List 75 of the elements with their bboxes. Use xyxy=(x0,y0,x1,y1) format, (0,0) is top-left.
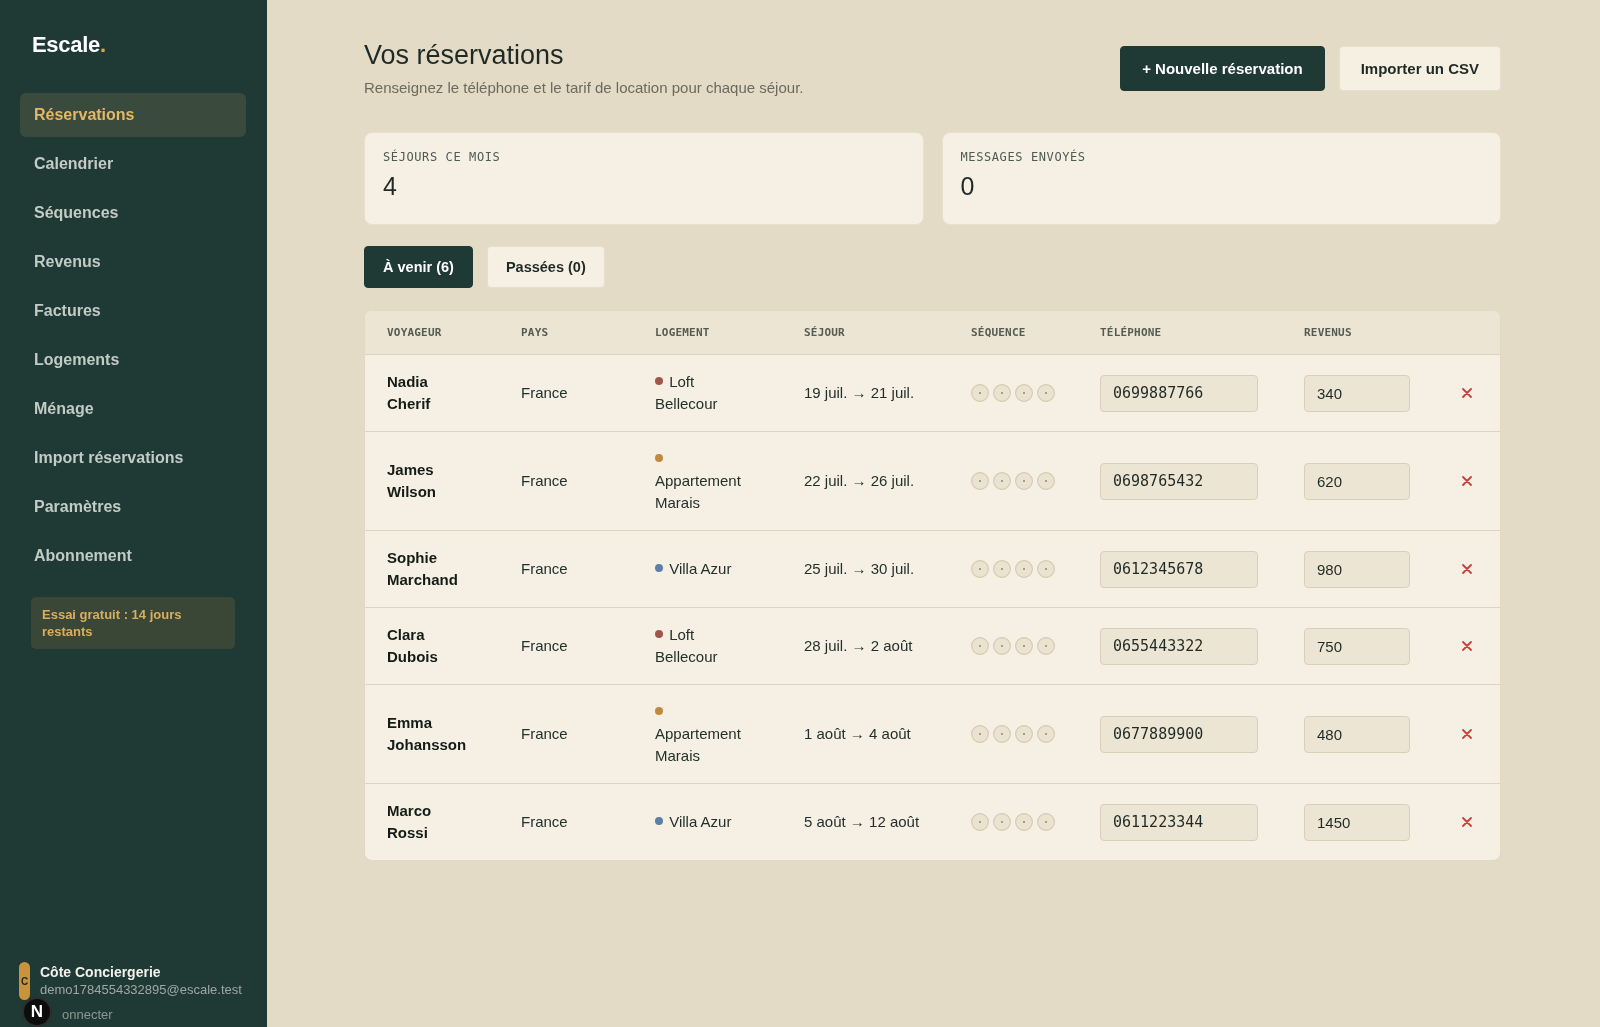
delete-icon[interactable] xyxy=(1462,564,1472,574)
stay-dates: 22 juil. → 26 juil. xyxy=(804,472,915,489)
revenue-field[interactable]: 340 xyxy=(1304,374,1410,412)
delete-icon[interactable] xyxy=(1462,476,1472,486)
property-name: Villa Azur xyxy=(669,813,732,830)
delete-icon[interactable] xyxy=(1462,729,1472,739)
revenue-field[interactable]: 1450 xyxy=(1304,803,1410,841)
country-text: France xyxy=(521,637,568,654)
revenue-field[interactable]: 980 xyxy=(1304,550,1410,588)
country-text: France xyxy=(521,384,568,401)
import-csv-button[interactable]: Importer un CSV xyxy=(1338,46,1501,91)
guest-name: Sophie Marchand xyxy=(387,548,459,590)
nav-item[interactable]: Ménage xyxy=(20,387,246,431)
country-text: France xyxy=(521,725,568,742)
stay-dates: 5 août → 12 août xyxy=(804,813,920,830)
guest-name: Emma Johansson xyxy=(387,713,468,755)
phone-field[interactable]: 0699887766 xyxy=(1100,374,1258,412)
filter-tab[interactable]: À venir (6) xyxy=(364,246,473,288)
guest-name: Marco Rossi xyxy=(387,801,433,843)
nav-item[interactable]: Réservations xyxy=(20,93,246,137)
guest-name: Nadia Cherif xyxy=(387,372,432,414)
nav-item[interactable]: Import réservations xyxy=(20,436,246,480)
column-header: PAYS xyxy=(521,326,549,339)
nav-item[interactable]: Abonnement xyxy=(20,534,246,578)
nav-item[interactable]: Séquences xyxy=(20,191,246,235)
trial-banner: Essai gratuit : 14 jours restants xyxy=(31,597,235,649)
delete-icon[interactable] xyxy=(1462,817,1472,827)
property-name: Appartement Marais xyxy=(655,472,741,511)
nav-item[interactable]: Factures xyxy=(20,289,246,333)
filter-tab[interactable]: Passées (0) xyxy=(486,246,605,288)
property-name: Loft Bellecour xyxy=(655,626,718,665)
stat-label: SÉJOURS CE MOIS xyxy=(383,149,502,165)
phone-field[interactable]: 0677889900 xyxy=(1100,715,1258,753)
nav-item[interactable]: Revenus xyxy=(20,240,246,284)
stat-value: 0 xyxy=(960,171,976,201)
column-header: SÉQUENCE xyxy=(971,326,1026,339)
country-text: France xyxy=(521,472,568,489)
nav-item[interactable]: Paramètres xyxy=(20,485,246,529)
column-header: TÉLÉPHONE xyxy=(1100,326,1162,339)
phone-field[interactable]: 0611223344 xyxy=(1100,803,1258,841)
guest-name: James Wilson xyxy=(387,460,438,502)
column-header: LOGEMENT xyxy=(655,326,710,339)
logo: Escale. xyxy=(31,32,106,58)
phone-field[interactable]: 0655443322 xyxy=(1100,627,1258,665)
property-name: Appartement Marais xyxy=(655,725,741,764)
stay-dates: 19 juil. → 21 juil. xyxy=(804,384,915,401)
stay-dates: 28 juil. → 2 août xyxy=(804,637,913,654)
stay-dates: 25 juil. → 30 juil. xyxy=(804,560,915,577)
nav-item[interactable]: Calendrier xyxy=(20,142,246,186)
new-reservation-button[interactable]: + Nouvelle réservation xyxy=(1120,46,1325,91)
country-text: France xyxy=(521,813,568,830)
phone-field[interactable]: 0698765432 xyxy=(1100,462,1258,500)
delete-icon[interactable] xyxy=(1462,641,1472,651)
revenue-field[interactable]: 750 xyxy=(1304,627,1410,665)
column-header: REVENUS xyxy=(1304,326,1352,339)
account-name: Côte Conciergerie xyxy=(40,963,162,981)
column-header: VOYAGEUR xyxy=(387,326,442,339)
column-header: SÉJOUR xyxy=(804,326,845,339)
country-text: France xyxy=(521,560,568,577)
guest-name: Clara Dubois xyxy=(387,625,439,667)
property-name: Villa Azur xyxy=(669,560,732,577)
logout-link[interactable]: onnecter xyxy=(62,1007,113,1022)
revenue-field[interactable]: 620 xyxy=(1304,462,1410,500)
stay-dates: 1 août → 4 août xyxy=(804,725,911,742)
delete-icon[interactable] xyxy=(1462,388,1472,398)
nav-item[interactable]: Logements xyxy=(20,338,246,382)
property-name: Loft Bellecour xyxy=(655,373,718,412)
stat-value: 4 xyxy=(383,171,398,201)
account-avatar: C xyxy=(19,962,30,1000)
revenue-field[interactable]: 480 xyxy=(1304,715,1410,753)
phone-field[interactable]: 0612345678 xyxy=(1100,550,1258,588)
page-subtitle: Renseignez le téléphone et le tarif de location pour chaque séjour. xyxy=(364,78,804,98)
account-email: demo1784554332895@escale.test xyxy=(40,981,242,999)
page-title: Vos réservations xyxy=(364,39,565,72)
stat-label: MESSAGES ENVOYÉS xyxy=(960,149,1087,165)
